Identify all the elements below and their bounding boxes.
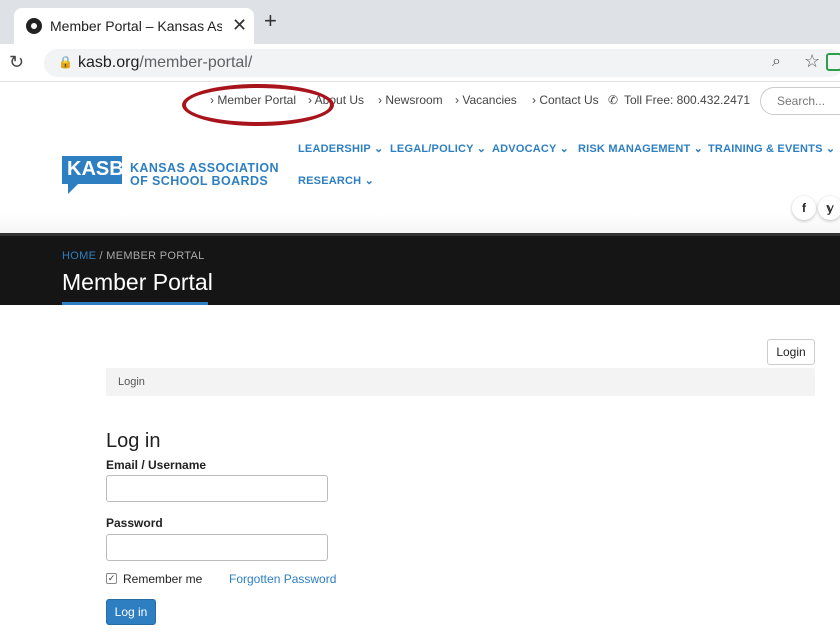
- password-field[interactable]: [106, 534, 328, 561]
- email-field[interactable]: [106, 475, 328, 502]
- login-submit-button[interactable]: Log in: [106, 599, 156, 625]
- twitter-icon[interactable]: 𝕪: [818, 196, 840, 220]
- url-domain: kasb.org: [78, 54, 140, 71]
- phone-icon: ✆: [608, 93, 619, 107]
- site-search-input[interactable]: Search...: [760, 87, 840, 115]
- login-top-button[interactable]: Login: [767, 339, 815, 365]
- utility-nav: › Member Portal › About Us › Newsroom › …: [0, 83, 840, 119]
- browser-tab-bar: Member Portal – Kansas Associa ✕ +: [0, 0, 840, 44]
- remember-me-checkbox[interactable]: ✓: [106, 573, 117, 584]
- util-link-vacancies[interactable]: › Vacancies: [455, 93, 517, 107]
- nav-legal-policy[interactable]: LEGAL/POLICY ⌄: [390, 142, 486, 155]
- email-label: Email / Username: [106, 458, 207, 472]
- facebook-icon[interactable]: f: [792, 196, 816, 220]
- util-link-newsroom[interactable]: › Newsroom: [378, 93, 443, 107]
- header-shadow: [0, 214, 840, 234]
- login-heading: Log in: [106, 430, 161, 452]
- content-breadcrumb-bar: Login: [106, 368, 815, 396]
- lock-icon[interactable]: 🔒: [58, 55, 73, 69]
- extension-icon[interactable]: [826, 53, 840, 71]
- site-favicon-icon: [26, 18, 42, 34]
- annotation-circle: [182, 84, 334, 126]
- title-underline: [62, 302, 208, 305]
- url-text[interactable]: kasb.org/member-portal/: [78, 54, 252, 72]
- logo-mark: KASB: [62, 156, 124, 184]
- zoom-icon[interactable]: ⌕: [772, 53, 781, 71]
- nav-leadership[interactable]: LEADERSHIP ⌄: [298, 142, 383, 155]
- close-tab-icon[interactable]: ✕: [232, 15, 247, 36]
- nav-training-events[interactable]: TRAINING & EVENTS ⌄: [708, 142, 835, 155]
- breadcrumb-separator: /: [96, 250, 107, 262]
- forgotten-password-link[interactable]: Forgotten Password: [229, 572, 336, 586]
- new-tab-button[interactable]: +: [264, 10, 277, 32]
- toll-free-phone[interactable]: Toll Free: 800.432.2471: [624, 93, 750, 107]
- breadcrumb-current: MEMBER PORTAL: [106, 250, 205, 262]
- nav-risk-management[interactable]: RISK MANAGEMENT ⌄: [578, 142, 703, 155]
- breadcrumb-home[interactable]: HOME: [62, 250, 96, 262]
- logo-speech-tail: [68, 184, 78, 194]
- nav-advocacy[interactable]: ADVOCACY ⌄: [492, 142, 569, 155]
- page-title: Member Portal: [62, 269, 213, 295]
- password-label: Password: [106, 516, 163, 530]
- reload-icon[interactable]: ↻: [9, 52, 24, 73]
- breadcrumb: HOME / MEMBER PORTAL: [62, 250, 205, 262]
- page-banner: HOME / MEMBER PORTAL Member Portal: [0, 233, 840, 305]
- bookmark-star-icon[interactable]: ☆: [804, 51, 820, 72]
- util-link-contact-us[interactable]: › Contact Us: [532, 93, 599, 107]
- omnibox[interactable]: 🔒 kasb.org/member-portal/ ⌕ ☆: [44, 49, 840, 77]
- remember-me-label: Remember me: [123, 572, 203, 586]
- url-path: /member-portal/: [139, 54, 253, 71]
- browser-tab[interactable]: Member Portal – Kansas Associa ✕: [14, 8, 254, 44]
- address-bar: ↻ 🔒 kasb.org/member-portal/ ⌕ ☆: [0, 44, 840, 82]
- logo-line-2: OF SCHOOL BOARDS: [130, 174, 269, 188]
- logo-text: KANSAS ASSOCIATION OF SCHOOL BOARDS: [130, 162, 279, 188]
- tab-title: Member Portal – Kansas Associa: [50, 18, 222, 34]
- nav-research[interactable]: RESEARCH ⌄: [298, 174, 374, 187]
